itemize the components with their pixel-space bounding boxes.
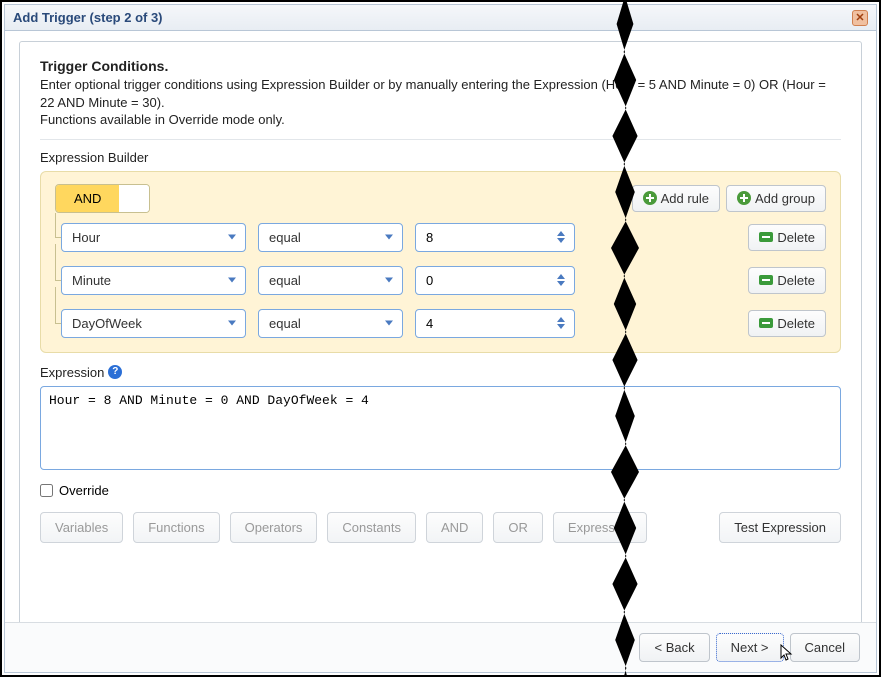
rule-row: Hour equal Delete [61, 223, 826, 252]
group-operator-or[interactable] [119, 185, 149, 212]
test-expression-button[interactable]: Test Expression [719, 512, 841, 543]
next-button[interactable]: Next > [716, 633, 784, 662]
add-trigger-dialog: Add Trigger (step 2 of 3) ✕ Trigger Cond… [4, 4, 877, 673]
section-heading: Trigger Conditions. [40, 58, 841, 74]
rule-value-input[interactable] [415, 223, 575, 252]
plus-icon [737, 191, 751, 205]
rule-field-select[interactable]: Hour [61, 223, 246, 252]
rule-row: DayOfWeek equal Delete [61, 309, 826, 338]
delete-rule-button[interactable]: Delete [748, 310, 826, 337]
rule-operator-select[interactable]: equal [258, 223, 403, 252]
rule-operator-select[interactable]: equal [258, 309, 403, 338]
delete-rule-button[interactable]: Delete [748, 224, 826, 251]
rule-value-input[interactable] [415, 309, 575, 338]
stepper-up-icon[interactable] [557, 231, 565, 236]
or-button[interactable]: OR [493, 512, 543, 543]
rule-field-select[interactable]: Minute [61, 266, 246, 295]
rule-field-select[interactable]: DayOfWeek [61, 309, 246, 338]
rules-list: Hour equal Delete [61, 223, 826, 338]
and-button[interactable]: AND [426, 512, 483, 543]
override-checkbox[interactable] [40, 484, 53, 497]
expression-builder-label: Expression Builder [40, 150, 841, 165]
rule-value-input[interactable] [415, 266, 575, 295]
delete-label: Delete [777, 316, 815, 331]
add-group-button[interactable]: Add group [726, 185, 826, 212]
stepper-down-icon[interactable] [557, 238, 565, 243]
expression-builder-panel: AND Add rule Add group [40, 171, 841, 353]
section-description: Enter optional trigger conditions using … [40, 76, 841, 129]
delete-label: Delete [777, 273, 815, 288]
delete-icon [759, 275, 773, 285]
stepper-down-icon[interactable] [557, 281, 565, 286]
dialog-content-panel: Trigger Conditions. Enter optional trigg… [19, 41, 862, 622]
add-rule-label: Add rule [661, 191, 709, 206]
expression-tools: Variables Functions Operators Constants … [40, 512, 841, 543]
dialog-footer: < Back Next > Cancel [5, 622, 876, 672]
dialog-header: Add Trigger (step 2 of 3) ✕ [5, 5, 876, 31]
group-operator-and[interactable]: AND [56, 185, 119, 212]
rule-operator-select[interactable]: equal [258, 266, 403, 295]
variables-button[interactable]: Variables [40, 512, 123, 543]
delete-rule-button[interactable]: Delete [748, 267, 826, 294]
stepper-down-icon[interactable] [557, 324, 565, 329]
cancel-button[interactable]: Cancel [790, 633, 860, 662]
group-operator-toggle[interactable]: AND [55, 184, 150, 213]
divider [40, 139, 841, 140]
delete-label: Delete [777, 230, 815, 245]
delete-icon [759, 318, 773, 328]
constants-button[interactable]: Constants [327, 512, 416, 543]
dialog-title: Add Trigger (step 2 of 3) [13, 10, 163, 25]
add-rule-button[interactable]: Add rule [632, 185, 720, 212]
back-button[interactable]: < Back [639, 633, 709, 662]
rule-row: Minute equal Delete [61, 266, 826, 295]
add-group-label: Add group [755, 191, 815, 206]
delete-icon [759, 232, 773, 242]
stepper-up-icon[interactable] [557, 274, 565, 279]
help-icon[interactable]: ? [108, 365, 122, 379]
operators-button[interactable]: Operators [230, 512, 318, 543]
expression-textarea[interactable] [40, 386, 841, 470]
functions-button[interactable]: Functions [133, 512, 219, 543]
override-label: Override [59, 483, 109, 498]
plus-icon [643, 191, 657, 205]
close-icon[interactable]: ✕ [852, 10, 868, 26]
stepper-up-icon[interactable] [557, 317, 565, 322]
expression-label: Expression ? [40, 365, 841, 380]
